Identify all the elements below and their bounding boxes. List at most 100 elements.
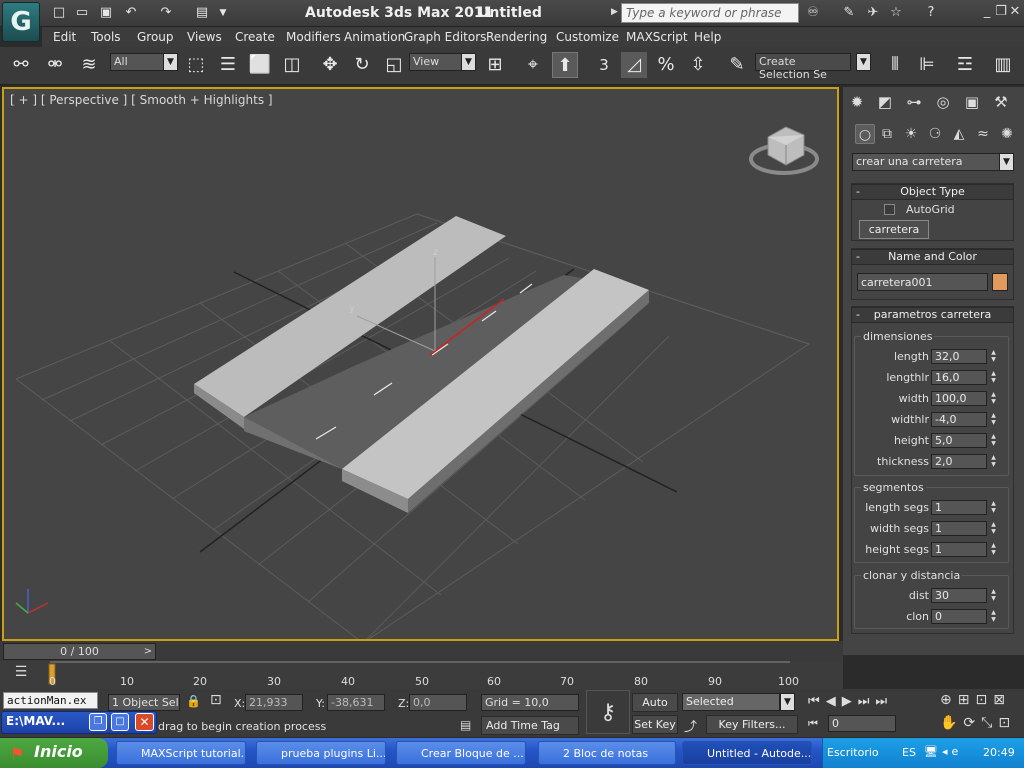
lights-category-icon[interactable]: ☀ bbox=[901, 124, 921, 144]
snaps-toggle-icon[interactable]: 3 bbox=[591, 52, 617, 78]
menu-edit[interactable]: Edit bbox=[53, 30, 76, 44]
spinner-arrows-icon[interactable]: ▲ ▼ bbox=[988, 500, 999, 515]
widthlr-spinner[interactable]: -4,0 bbox=[931, 412, 987, 427]
parameters-header[interactable]: parametros carretera bbox=[851, 307, 1014, 323]
taskbar-item[interactable]: prueba plugins Li... bbox=[256, 741, 386, 765]
spinner-arrows-icon[interactable]: ▲ ▼ bbox=[988, 454, 999, 469]
application-menu-button[interactable]: G bbox=[2, 2, 40, 42]
close-icon[interactable]: ✕ bbox=[1008, 5, 1022, 19]
width-segs-spinner[interactable]: 1 bbox=[931, 521, 987, 536]
dist-spinner[interactable]: 30 bbox=[931, 588, 987, 603]
search-input[interactable]: Type a keyword or phrase bbox=[621, 3, 799, 23]
helpers-category-icon[interactable]: ◭ bbox=[949, 124, 969, 144]
named-selection-input[interactable]: Create Selection Se bbox=[755, 53, 851, 81]
select-and-manipulate-icon[interactable]: ⌖ bbox=[520, 52, 546, 78]
menu-maxscript[interactable]: MAXScript bbox=[626, 30, 688, 44]
spinner-arrows-icon[interactable]: ▲ ▼ bbox=[988, 588, 999, 603]
cameras-category-icon[interactable]: ⚆ bbox=[925, 124, 945, 144]
select-object-icon[interactable]: ⬚ bbox=[183, 52, 209, 78]
chevron-down-icon[interactable]: ▼ bbox=[163, 53, 178, 71]
graphite-modeling-icon[interactable]: ▥ bbox=[990, 52, 1016, 78]
shapes-category-icon[interactable]: ⧉ bbox=[877, 124, 897, 144]
time-slider[interactable]: 0 / 100 bbox=[3, 643, 156, 660]
taskbar-item-active[interactable]: Untitled - Autode... bbox=[682, 741, 812, 765]
spinner-arrows-icon[interactable]: ▲ ▼ bbox=[988, 433, 999, 448]
width-spinner[interactable]: 100,0 bbox=[931, 391, 987, 406]
autogrid-checkbox[interactable] bbox=[884, 204, 895, 215]
help-icon[interactable]: ? bbox=[922, 5, 940, 21]
menu-rendering[interactable]: Rendering bbox=[486, 30, 547, 44]
select-by-name-icon[interactable]: ☰ bbox=[215, 52, 241, 78]
auto-key-button[interactable]: Auto Key bbox=[632, 693, 678, 726]
layer-manager-icon[interactable]: ☲ bbox=[952, 52, 978, 78]
viewport-navigation[interactable]: ⊕⊞⊡⊠ bbox=[940, 692, 1024, 708]
expand-arrow-icon[interactable]: ▶ bbox=[611, 7, 618, 17]
select-and-move-icon[interactable]: ✥ bbox=[317, 52, 343, 78]
keyboard-shortcut-override-icon[interactable]: ⬆ bbox=[552, 52, 578, 78]
viewcube[interactable] bbox=[749, 126, 819, 175]
object-category-select[interactable]: crear una carretera bbox=[852, 153, 1000, 171]
bind-to-space-warp-icon[interactable]: ≋ bbox=[76, 52, 102, 78]
pivot-center-icon[interactable]: ⊞ bbox=[482, 52, 508, 78]
minimize-icon[interactable]: _ bbox=[980, 5, 994, 19]
length-segs-spinner[interactable]: 1 bbox=[931, 500, 987, 515]
spinner-arrows-icon[interactable]: ▲ ▼ bbox=[988, 609, 999, 624]
menu-group[interactable]: Group bbox=[137, 30, 174, 44]
systems-category-icon[interactable]: ✺ bbox=[997, 124, 1017, 144]
taskbar-item[interactable]: MAXScript tutorial... bbox=[116, 741, 246, 765]
edit-named-selection-icon[interactable]: ✎ bbox=[724, 52, 750, 78]
chevron-down-icon[interactable]: ▼ bbox=[461, 53, 476, 71]
key-filters-button[interactable]: Key Filters... bbox=[706, 715, 798, 734]
display-tab-icon[interactable]: ▣ bbox=[960, 91, 984, 113]
motion-tab-icon[interactable]: ◎ bbox=[931, 91, 955, 113]
chevron-down-icon[interactable]: ▼ bbox=[780, 693, 795, 711]
clon-spinner[interactable]: 0 bbox=[931, 609, 987, 624]
road-object[interactable] bbox=[194, 216, 649, 513]
percent-snap-icon[interactable]: % bbox=[653, 52, 679, 78]
project-folder-icon[interactable]: ▤ bbox=[193, 5, 211, 21]
binoculars-icon[interactable]: ♾ bbox=[804, 5, 822, 21]
spinner-snap-icon[interactable]: ⇳ bbox=[685, 52, 711, 78]
reference-coordinate-select[interactable]: View bbox=[409, 53, 464, 71]
save-file-icon[interactable]: ▣ bbox=[97, 5, 115, 21]
selection-lock-icon[interactable]: 🔒 bbox=[186, 694, 201, 708]
angle-snap-icon[interactable]: ◿ bbox=[621, 52, 647, 78]
maxscript-listener-input[interactable]: actionMan.ex bbox=[3, 692, 98, 709]
favorites-star-icon[interactable]: ☆ bbox=[887, 5, 905, 21]
taskbar-item[interactable]: Crear Bloque de ... bbox=[396, 741, 526, 765]
height-segs-spinner[interactable]: 1 bbox=[931, 542, 987, 557]
object-name-input[interactable]: carretera001 bbox=[857, 273, 988, 291]
subscription-tool-icon[interactable]: ✎ bbox=[840, 5, 858, 21]
maximize-icon[interactable]: □ bbox=[111, 713, 129, 731]
rectangular-selection-icon[interactable]: ⬜ bbox=[247, 52, 273, 78]
new-file-icon[interactable]: □ bbox=[50, 5, 68, 21]
quick-access-dropdown-icon[interactable]: ▼ bbox=[214, 5, 232, 21]
playback-controls[interactable]: ⏮◀▶⏭⏭ bbox=[808, 694, 938, 709]
spinner-arrows-icon[interactable]: ▲ ▼ bbox=[988, 542, 999, 557]
close-icon[interactable]: ✕ bbox=[135, 713, 154, 731]
selection-filter-select[interactable]: All bbox=[110, 53, 168, 71]
absolute-mode-icon[interactable]: ⊡ bbox=[210, 692, 228, 710]
language-indicator[interactable]: ES bbox=[902, 746, 916, 759]
y-coordinate-field[interactable]: -38,631 bbox=[327, 694, 385, 711]
collapse-icon[interactable]: - bbox=[856, 250, 860, 263]
menu-animation[interactable]: Animation bbox=[344, 30, 405, 44]
spinner-arrows-icon[interactable]: ▲ ▼ bbox=[988, 521, 999, 536]
geometry-category-icon[interactable]: ○ bbox=[855, 124, 875, 144]
modify-tab-icon[interactable]: ◩ bbox=[873, 91, 897, 113]
menu-help[interactable]: Help bbox=[694, 30, 721, 44]
time-tag-icon[interactable]: ▤ bbox=[460, 718, 476, 734]
set-key-mode-icon[interactable]: ⚷ bbox=[586, 690, 630, 734]
spinner-arrows-icon[interactable]: ▲ ▼ bbox=[988, 391, 999, 406]
mini-curve-editor-icon[interactable]: ☰ bbox=[10, 664, 32, 684]
name-color-header[interactable]: Name and Color bbox=[851, 249, 1014, 265]
chevron-down-icon[interactable]: ▼ bbox=[999, 153, 1014, 171]
chevron-down-icon[interactable]: ▼ bbox=[856, 53, 871, 71]
spinner-arrows-icon[interactable]: ▲ ▼ bbox=[988, 370, 999, 385]
z-coordinate-field[interactable]: 0,0 bbox=[409, 694, 467, 711]
object-color-swatch[interactable] bbox=[992, 273, 1008, 291]
thickness-spinner[interactable]: 2,0 bbox=[931, 454, 987, 469]
spinner-arrows-icon[interactable]: ▲ ▼ bbox=[988, 412, 999, 427]
unlink-selection-icon[interactable]: ⚮ bbox=[42, 52, 68, 78]
x-coordinate-field[interactable]: 21,933 bbox=[245, 694, 303, 711]
